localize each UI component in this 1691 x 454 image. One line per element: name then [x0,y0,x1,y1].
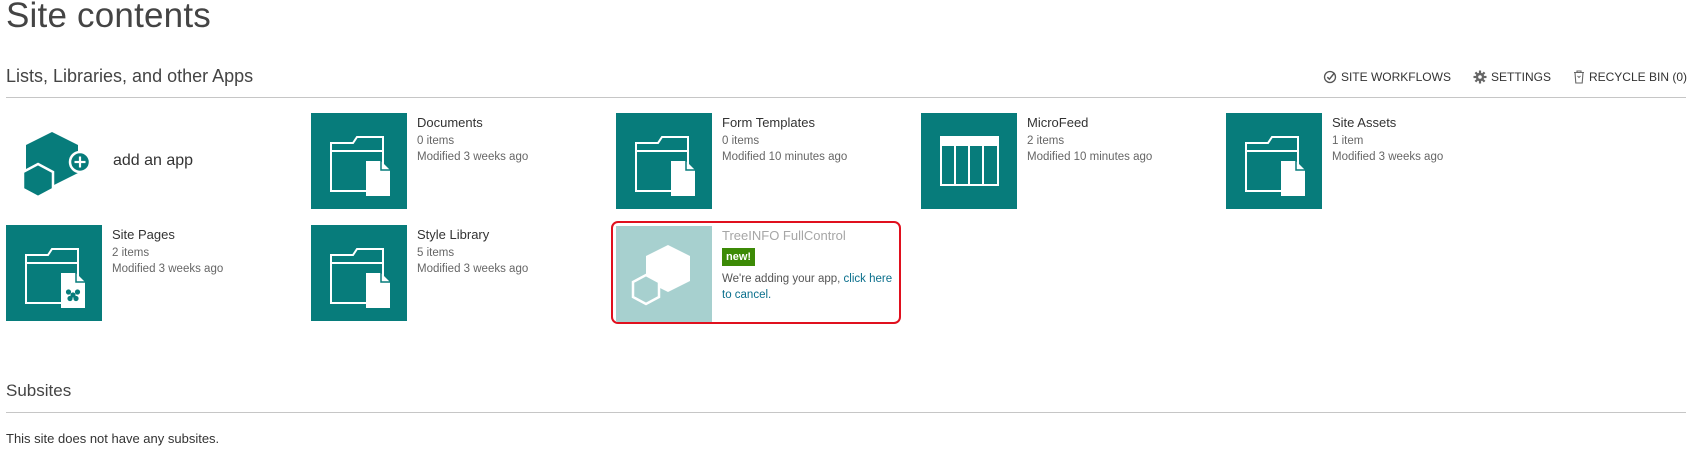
toolbar: SITE WORKFLOWS SETTINGS RECYCLE BIN (0) [1323,70,1687,84]
app-tile-modified: Modified 3 weeks ago [1332,151,1444,163]
app-tile-icon[interactable] [1226,113,1322,209]
page-title: Site contents [6,0,211,35]
app-tile-modified: Modified 3 weeks ago [417,263,529,275]
pending-app-tile: TreeINFO FullControl new! We're adding y… [611,221,901,324]
recycle-bin-icon [1573,70,1585,84]
app-tile-modified: Modified 3 weeks ago [417,151,529,163]
recycle-bin-label: RECYCLE BIN (0) [1588,70,1687,84]
no-subsites-message: This site does not have any subsites. [6,431,220,446]
app-tile-name[interactable]: MicroFeed [1027,113,1227,132]
pending-app-icon [616,226,712,322]
subsites-divider [6,412,1686,413]
app-tile-modified: Modified 10 minutes ago [1027,151,1153,163]
subsites-title: Subsites [6,381,72,400]
pending-app-name: TreeINFO FullControl [722,228,846,243]
app-tile-modified: Modified 10 minutes ago [722,151,848,163]
apps-section-divider [6,97,1686,98]
app-tile-count: 1 item [1332,135,1364,147]
app-tile-name[interactable]: Documents [417,113,617,132]
app-tile-count: 0 items [417,135,455,147]
site-workflows-button[interactable]: SITE WORKFLOWS [1323,70,1451,84]
recycle-bin-button[interactable]: RECYCLE BIN (0) [1573,70,1687,84]
new-badge: new! [722,248,756,266]
app-tile-name[interactable]: Style Library [417,225,617,244]
settings-label: SETTINGS [1490,70,1551,84]
workflow-check-icon [1323,70,1337,84]
app-tile-count: 2 items [112,247,150,259]
app-tile-icon[interactable] [311,225,407,321]
add-app-label: add an app [113,152,194,169]
app-tile-count: 0 items [722,135,760,147]
apps-section-title: Lists, Libraries, and other Apps [6,66,254,86]
app-tile-name[interactable]: Site Assets [1332,113,1532,132]
app-tile-icon[interactable] [921,113,1017,209]
app-tile-icon[interactable] [6,225,102,321]
app-tile-name[interactable]: Form Templates [722,113,922,132]
pending-app-message: We're adding your app, click here to can… [722,271,897,303]
add-app-button[interactable]: add an app [20,126,280,206]
app-tile-modified: Modified 3 weeks ago [112,263,224,275]
app-tile-name[interactable]: Site Pages [112,225,312,244]
app-tile-count: 5 items [417,247,455,259]
settings-button[interactable]: SETTINGS [1473,70,1551,84]
app-tile-icon[interactable] [616,113,712,209]
site-workflows-label: SITE WORKFLOWS [1340,70,1451,84]
app-tile-count: 2 items [1027,135,1065,147]
app-tile-icon[interactable] [311,113,407,209]
pending-message-text: We're adding your app, [722,273,844,285]
gear-icon [1473,70,1487,84]
